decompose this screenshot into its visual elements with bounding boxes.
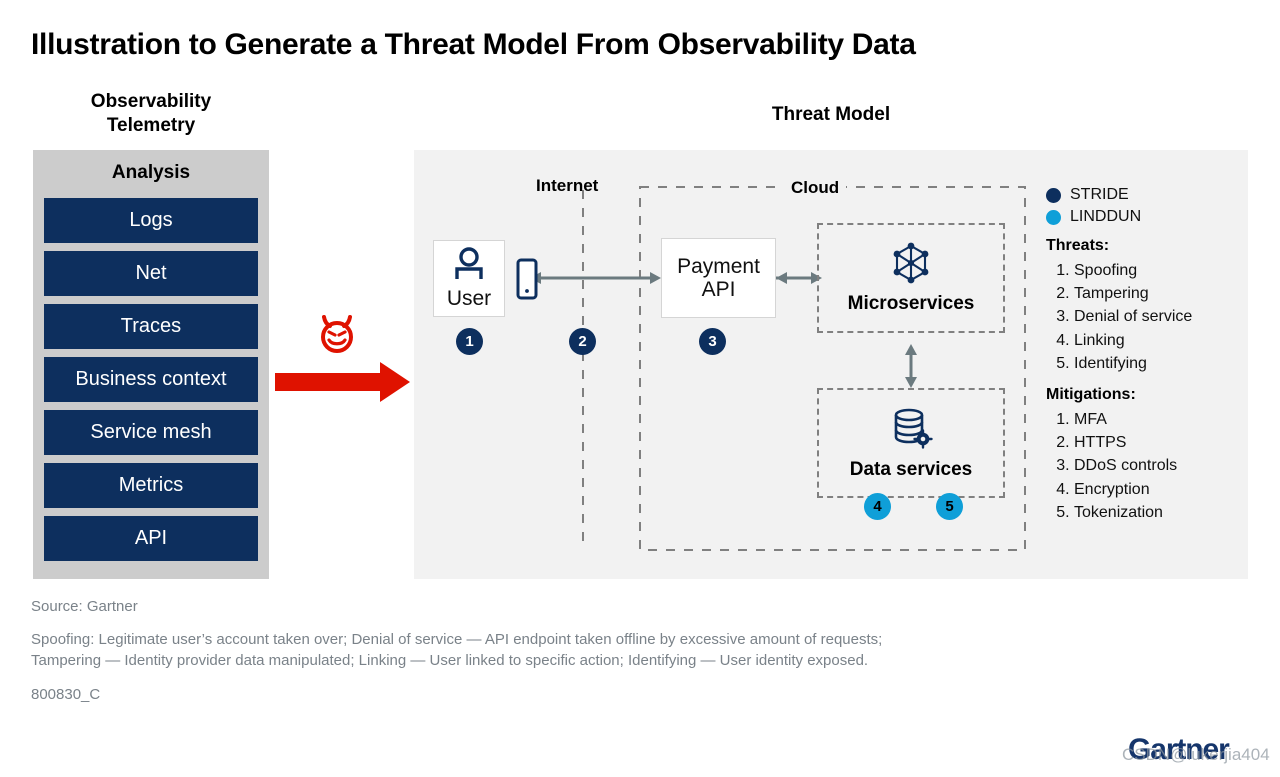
- database-gear-icon: [888, 405, 934, 456]
- threats-list: Spoofing Tampering Denial of service Lin…: [1050, 259, 1251, 375]
- footnote-line2: Tampering — Identity provider data manip…: [31, 652, 869, 670]
- devil-face-icon: [316, 313, 358, 355]
- mitigations-heading: Mitigations:: [1046, 385, 1136, 403]
- marker-1[interactable]: 1: [456, 328, 483, 355]
- network-graph-icon: [889, 241, 933, 290]
- node-data-services[interactable]: Data services: [817, 388, 1005, 498]
- right-arrow-icon: [275, 362, 410, 402]
- source-label: Source: Gartner: [31, 598, 138, 615]
- marker-5[interactable]: 5: [936, 493, 963, 520]
- person-icon: [451, 246, 487, 287]
- legend-panel: STRIDE LINDDUN Threats: Spoofing Tamperi…: [1046, 186, 1251, 524]
- threat-item: Spoofing: [1074, 259, 1251, 282]
- mitigation-item: Tokenization: [1074, 501, 1251, 524]
- observability-heading-line2: Telemetry: [106, 115, 196, 137]
- footnote-line1: Spoofing: Legitimate user’s account take…: [31, 631, 883, 648]
- threat-item: Linking: [1074, 329, 1251, 352]
- mitigation-item: DDoS controls: [1074, 454, 1251, 477]
- linddun-dot-icon: [1046, 209, 1061, 225]
- telemetry-item-service-mesh[interactable]: Service mesh: [44, 410, 258, 455]
- observability-heading-line1: Observability: [90, 91, 212, 112]
- analysis-label: Analysis: [111, 162, 191, 183]
- footnote: Spoofing: Legitimate user’s account take…: [31, 629, 1151, 672]
- node-payment-api-label-line2: API: [701, 278, 736, 301]
- telemetry-item-metrics[interactable]: Metrics: [44, 463, 258, 508]
- threat-item: Denial of service: [1074, 305, 1251, 328]
- node-payment-api-label-line1: Payment: [677, 254, 760, 278]
- mitigation-item: Encryption: [1074, 478, 1251, 501]
- zone-label-cloud: Cloud: [784, 178, 847, 198]
- threat-model-heading: Threat Model: [771, 104, 891, 125]
- mobile-phone-icon: [516, 258, 538, 305]
- document-code: 800830_C: [31, 685, 101, 703]
- observability-heading: Observability Telemetry: [33, 90, 269, 139]
- node-user[interactable]: User: [433, 240, 505, 317]
- telemetry-item-api[interactable]: API: [44, 516, 258, 561]
- node-data-services-label: Data services: [849, 459, 973, 480]
- marker-2[interactable]: 2: [569, 328, 596, 355]
- node-user-label: User: [446, 287, 492, 311]
- page-title: Illustration to Generate a Threat Model …: [31, 28, 916, 61]
- node-payment-api[interactable]: Payment API: [661, 238, 776, 318]
- footer: Source: Gartner Spoofing: Legitimate use…: [31, 598, 1151, 703]
- node-microservices-label: Microservices: [847, 293, 975, 314]
- observability-panel: Analysis Logs Net Traces Business contex…: [33, 150, 269, 579]
- threats-heading: Threats:: [1046, 237, 1110, 254]
- mitigation-item: MFA: [1074, 408, 1251, 431]
- telemetry-item-business-context[interactable]: Business context: [44, 357, 258, 402]
- marker-3[interactable]: 3: [699, 328, 726, 355]
- stride-dot-icon: [1046, 187, 1061, 203]
- threat-item: Identifying: [1074, 352, 1251, 375]
- watermark-text: CSDN@lukerjia404: [1122, 745, 1270, 764]
- slide-canvas: Illustration to Generate a Threat Model …: [0, 0, 1280, 777]
- legend-label-stride: STRIDE: [1070, 186, 1129, 203]
- telemetry-item-logs[interactable]: Logs: [44, 198, 258, 243]
- telemetry-item-traces[interactable]: Traces: [44, 304, 258, 349]
- legend-label-linddun: LINDDUN: [1070, 208, 1142, 225]
- threat-item: Tampering: [1074, 282, 1251, 305]
- mitigation-item: HTTPS: [1074, 431, 1251, 454]
- zone-label-internet: Internet: [536, 176, 599, 195]
- mitigations-list: MFA HTTPS DDoS controls Encryption Token…: [1050, 408, 1251, 524]
- legend-item-linddun: LINDDUN: [1046, 208, 1251, 226]
- telemetry-item-net[interactable]: Net: [44, 251, 258, 296]
- marker-4[interactable]: 4: [864, 493, 891, 520]
- node-microservices[interactable]: Microservices: [817, 223, 1005, 333]
- legend-item-stride: STRIDE: [1046, 186, 1251, 204]
